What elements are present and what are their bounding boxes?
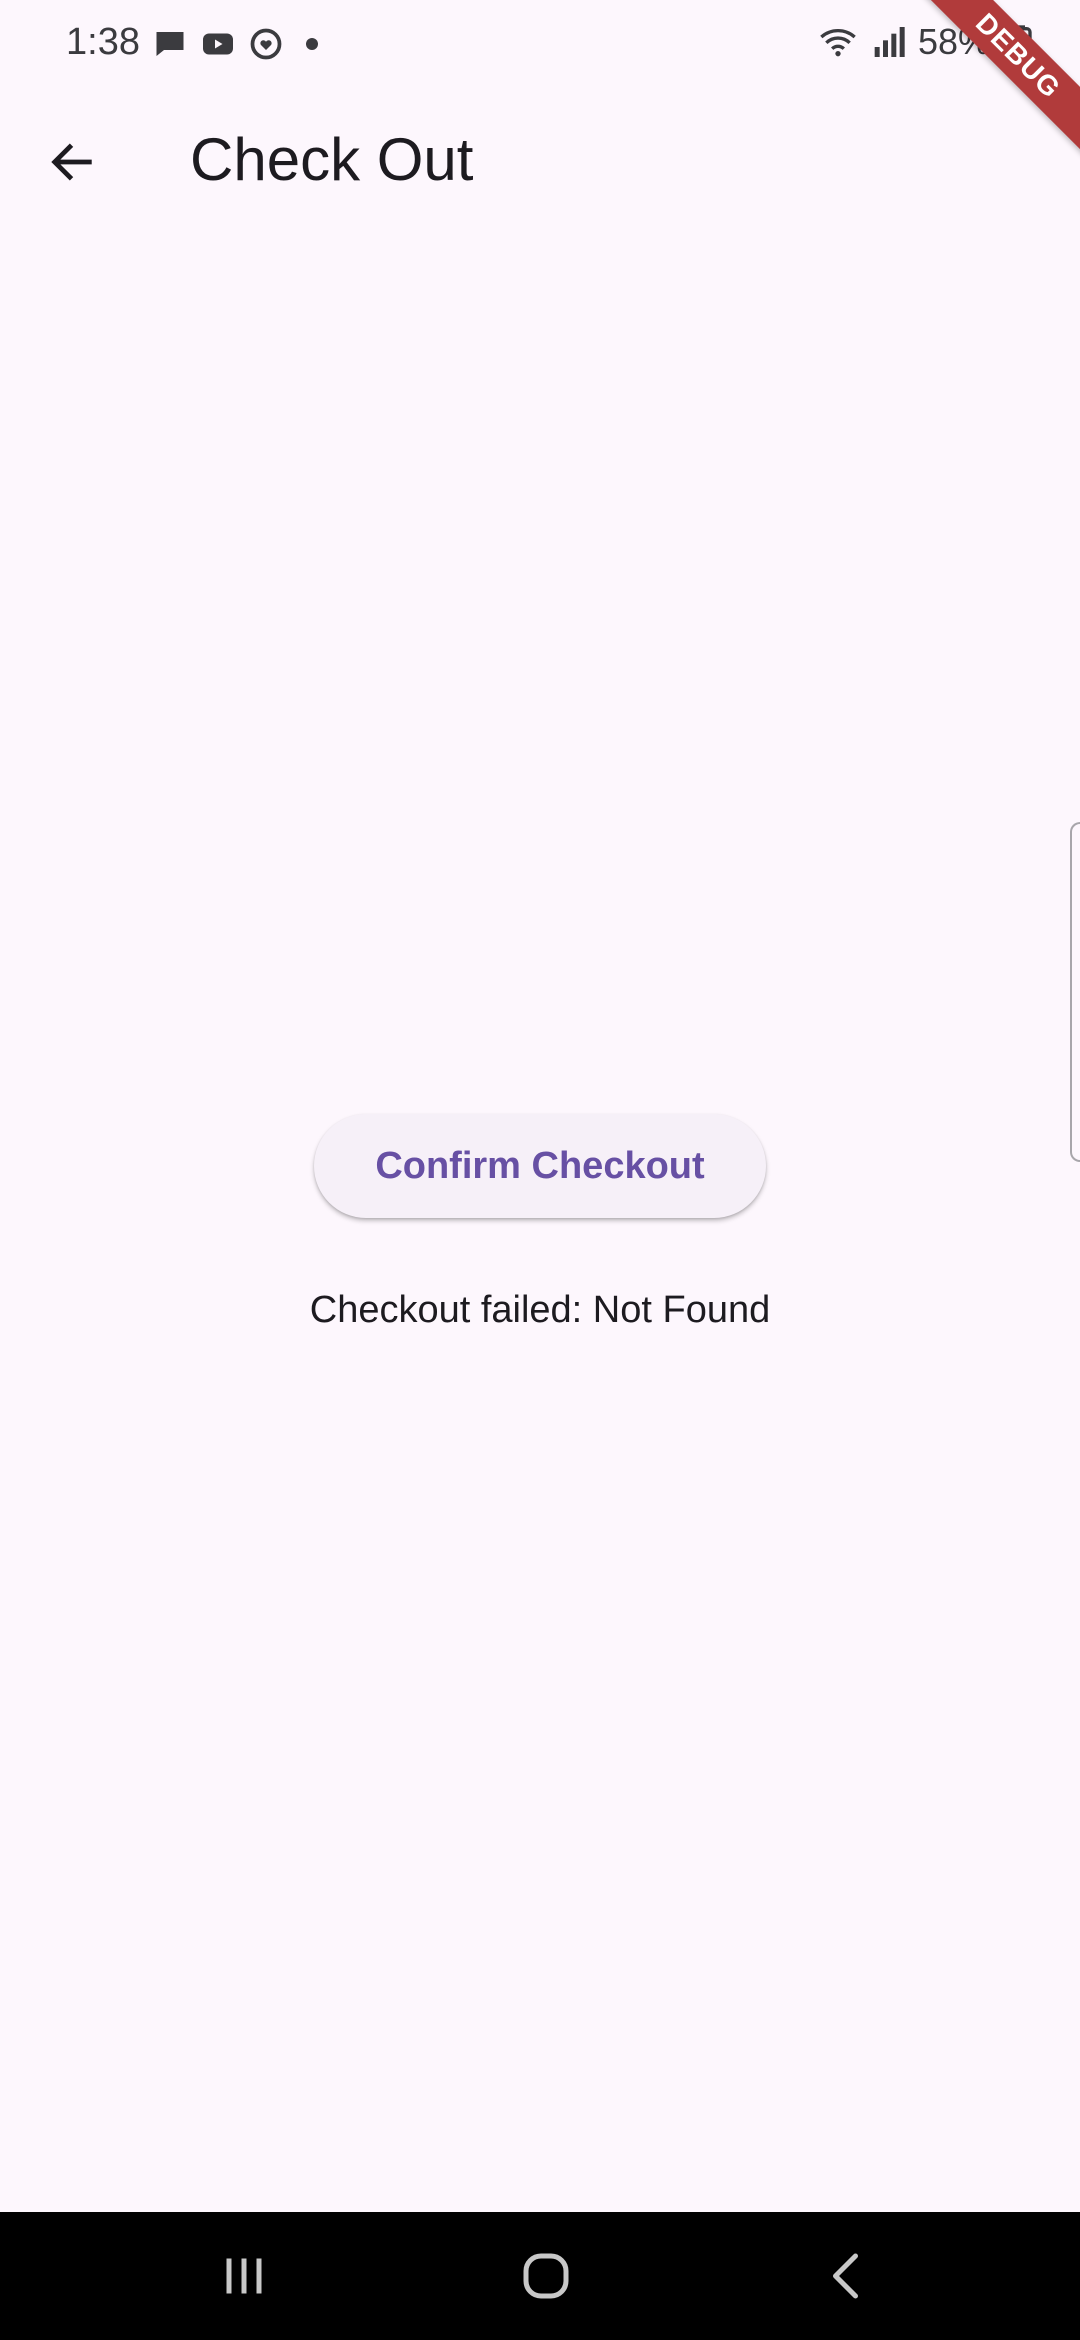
page-title: Check Out — [190, 126, 474, 193]
system-navigation-bar — [0, 2212, 1080, 2340]
notification-icons — [152, 24, 318, 64]
app-bar: Check Out — [0, 84, 1080, 230]
recents-icon — [226, 2258, 262, 2294]
status-bar: 1:38 58% — [0, 0, 1080, 84]
signal-icon — [874, 27, 905, 57]
arrow-back-icon — [51, 143, 92, 181]
edge-panel-handle[interactable] — [1070, 822, 1080, 1162]
recents-button[interactable] — [184, 2226, 304, 2326]
home-button[interactable] — [486, 2226, 606, 2326]
battery-icon — [1008, 25, 1032, 61]
home-icon — [523, 2253, 569, 2299]
back-icon — [833, 2253, 858, 2299]
more-notifications-dot — [306, 38, 318, 50]
back-button[interactable] — [34, 124, 110, 200]
youtube-icon — [203, 33, 233, 55]
system-back-button[interactable] — [788, 2226, 908, 2326]
system-status-icons: 58% — [818, 18, 1040, 66]
checkout-status-message: Checkout failed: Not Found — [309, 1289, 771, 1331]
chat-icon — [156, 32, 184, 56]
confirm-checkout-button[interactable]: Confirm Checkout — [314, 1114, 766, 1218]
status-time: 1:38 — [66, 21, 140, 63]
wifi-icon — [820, 29, 856, 57]
podcast-icon — [250, 28, 282, 60]
battery-percentage: 58% — [917, 21, 990, 62]
